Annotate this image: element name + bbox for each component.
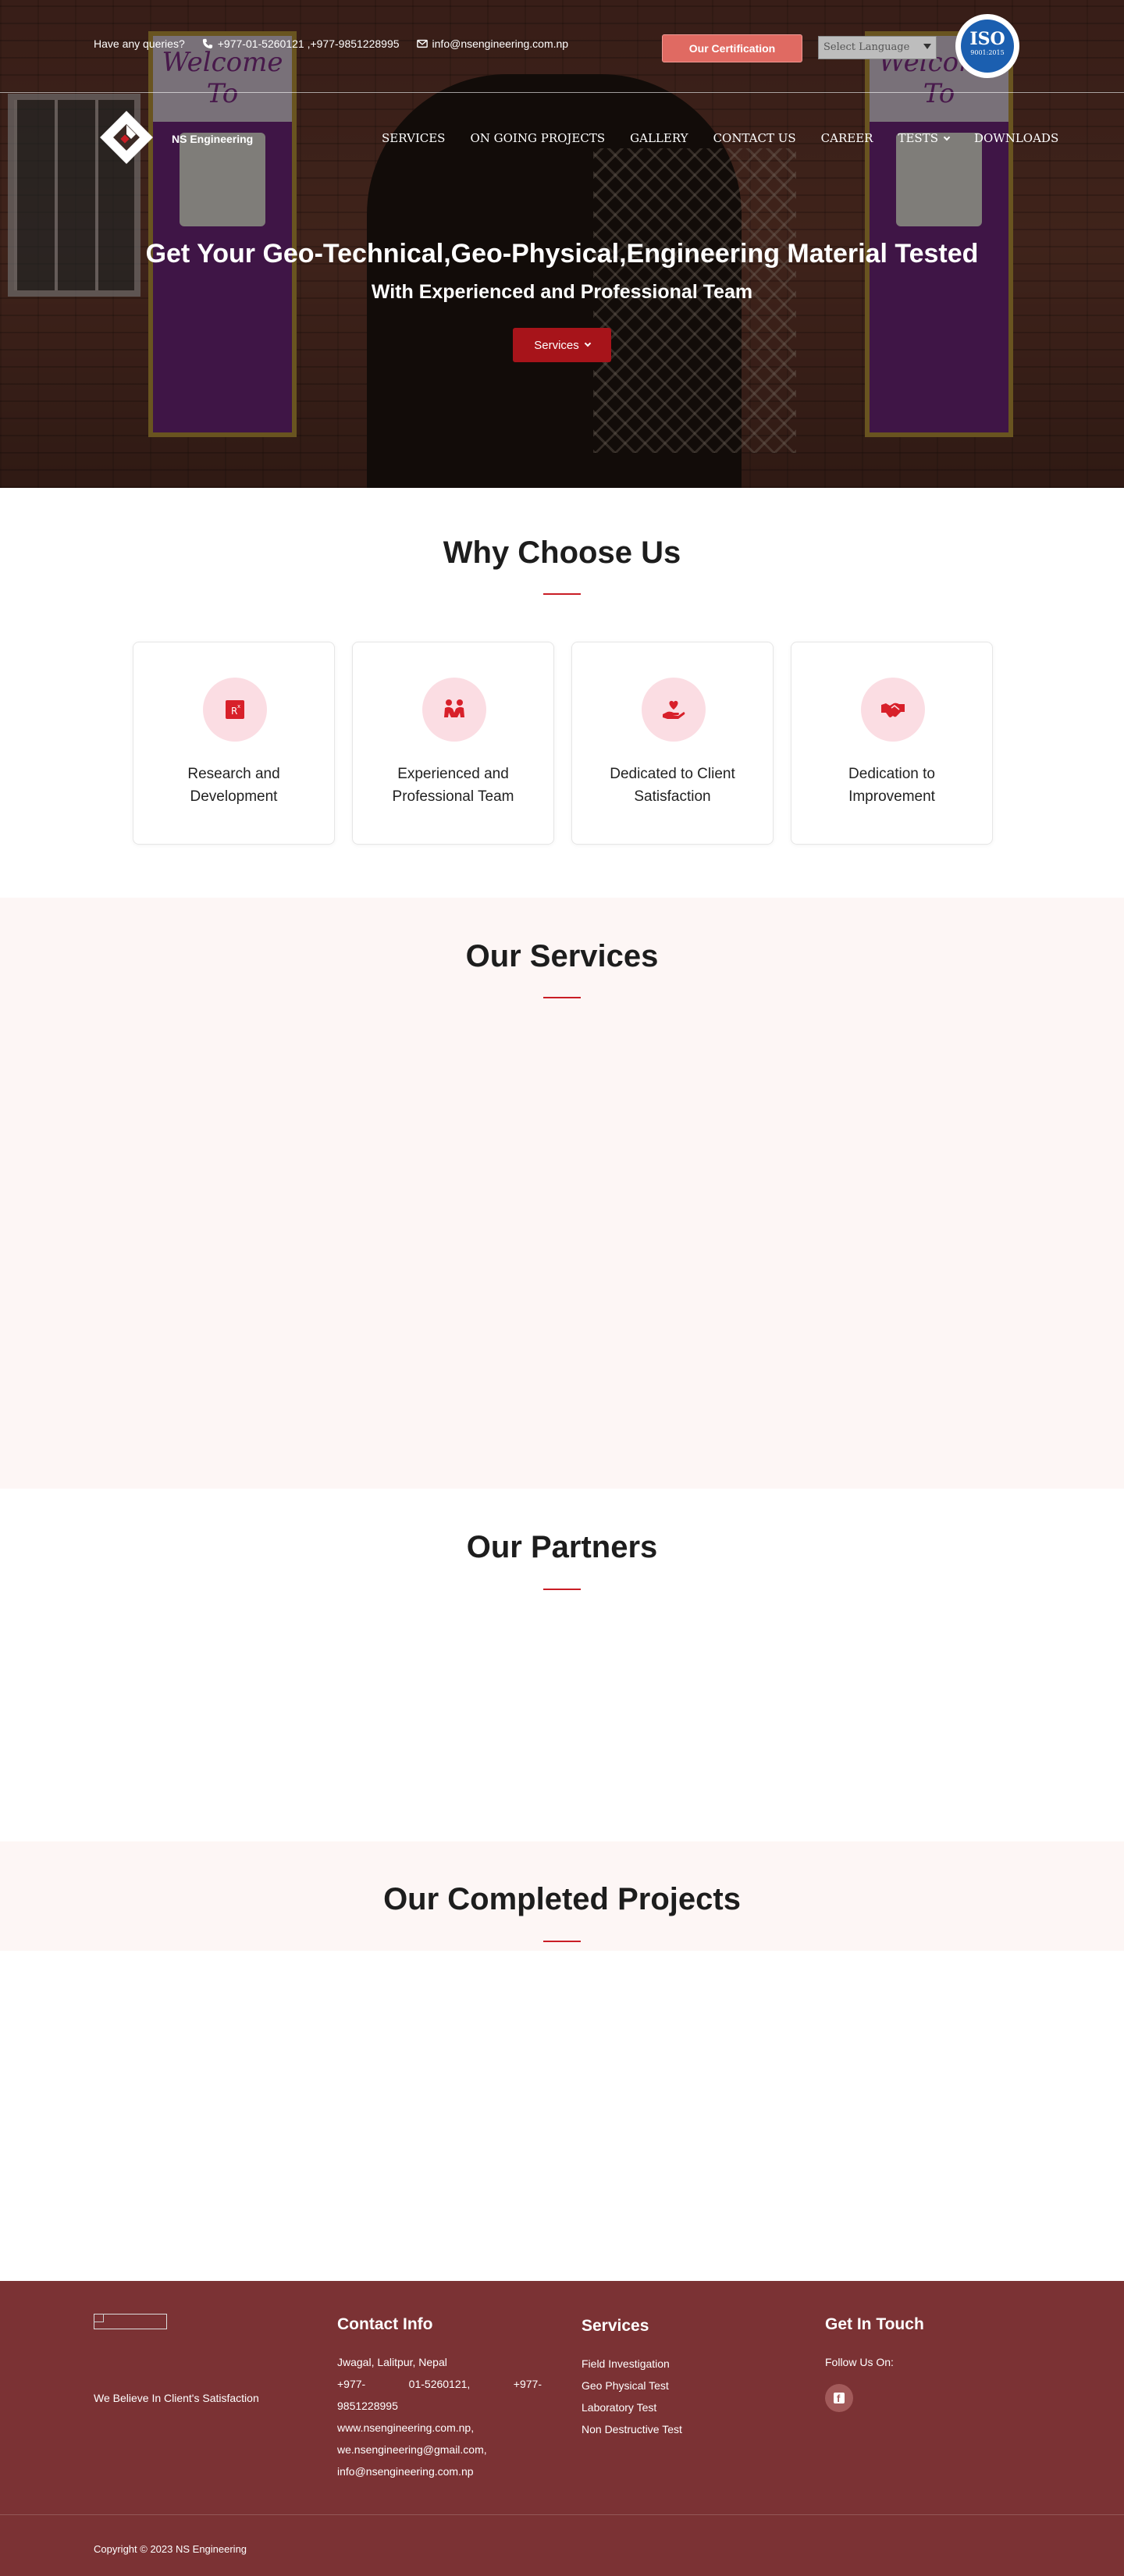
brand-name[interactable]: NS Engineering: [172, 133, 253, 145]
main-nav: SERVICES ON GOING PROJECTS GALLERY CONTA…: [369, 131, 1071, 145]
feature-card: Dedicated to Client Satisfaction: [571, 642, 774, 845]
footer-website-link[interactable]: www.nsengineering.com.np,: [337, 2417, 542, 2439]
footer: We Believe In Client's Satisfaction Cont…: [0, 2281, 1124, 2576]
team-icon: [444, 699, 464, 717]
contact-strip: Have any queries? +977-01-5260121 ,+977-…: [94, 37, 568, 50]
footer-tagline: We Believe In Client's Satisfaction: [94, 2392, 259, 2404]
certification-button[interactable]: Our Certification: [662, 34, 802, 62]
feature-label: Dedicated to Client Satisfaction: [610, 766, 735, 805]
footer-email-link[interactable]: info@nsengineering.com.np: [337, 2460, 542, 2482]
feature-card: Dedication to Improvement: [791, 642, 993, 845]
title-underline: [543, 1941, 581, 1942]
nav-contact-us[interactable]: CONTACT US: [701, 131, 809, 145]
why-choose-us-title: Why Choose Us: [443, 535, 681, 570]
nav-ongoing-projects[interactable]: ON GOING PROJECTS: [457, 131, 617, 145]
phone-icon: [202, 38, 212, 49]
copyright: Copyright © 2023 NS Engineering: [94, 2543, 247, 2555]
phone-link[interactable]: +977-01-5260121 ,+977-9851228995: [202, 37, 400, 50]
email-link[interactable]: info@nsengineering.com.np: [416, 37, 568, 50]
footer-service-link[interactable]: Geo Physical Test: [582, 2375, 682, 2396]
nav-gallery[interactable]: GALLERY: [617, 131, 700, 145]
footer-touch-title: Get In Touch: [825, 2315, 924, 2333]
title-underline: [543, 593, 581, 595]
footer-service-link[interactable]: Laboratory Test: [582, 2396, 682, 2418]
feature-label: Research and Development: [187, 766, 280, 805]
footer-divider: [0, 2514, 1124, 2515]
nav-tests[interactable]: TESTS: [885, 131, 962, 145]
research-icon: R x: [226, 700, 244, 719]
footer-contact-title: Contact Info: [337, 2315, 433, 2333]
footer-service-link[interactable]: Field Investigation: [582, 2353, 682, 2375]
feature-label: Experienced and Professional Team: [392, 766, 514, 805]
queries-label: Have any queries?: [94, 37, 185, 50]
hero-services-button[interactable]: Services: [513, 328, 611, 362]
svg-text:x: x: [237, 703, 240, 710]
why-cards: R x Research and Development Experienced…: [133, 642, 993, 845]
footer-service-link[interactable]: Non Destructive Test: [582, 2418, 682, 2440]
heart-hand-icon: [663, 700, 685, 719]
dropdown-caret-icon: [923, 44, 931, 49]
completed-projects-title: Our Completed Projects: [383, 1882, 741, 1916]
footer-services: Services Field Investigation Geo Physica…: [582, 2317, 682, 2440]
footer-email-link[interactable]: we.nsengineering@gmail.com,: [337, 2439, 542, 2460]
nav-career[interactable]: CAREER: [809, 131, 886, 145]
feature-label: Dedication to Improvement: [848, 766, 935, 805]
services-section: [0, 898, 1124, 1489]
facebook-icon[interactable]: f: [825, 2384, 853, 2412]
header-divider: [0, 92, 1124, 93]
handshake-icon: [881, 703, 905, 717]
feature-card: Experienced and Professional Team: [352, 642, 554, 845]
hero-title: Get Your Geo-Technical,Geo-Physical,Engi…: [145, 239, 979, 269]
footer-logo-image: [94, 2314, 167, 2329]
hero-subtitle: With Experienced and Professional Team: [371, 281, 753, 303]
footer-get-in-touch: Get In Touch Follow Us On: f: [825, 2315, 924, 2412]
footer-phone[interactable]: +977- 01-5260121, +977-: [337, 2373, 542, 2395]
language-select[interactable]: Select Language: [818, 36, 937, 59]
nav-downloads[interactable]: DOWNLOADS: [962, 131, 1071, 145]
top-bar: Have any queries? +977-01-5260121 ,+977-…: [0, 0, 1124, 92]
chevron-down-icon: [943, 133, 951, 141]
follow-label: Follow Us On:: [825, 2356, 894, 2368]
footer-phone-2[interactable]: 9851228995: [337, 2395, 542, 2417]
brand-logo[interactable]: [97, 108, 156, 167]
title-underline: [543, 1589, 581, 1590]
nav-services[interactable]: SERVICES: [369, 131, 457, 145]
chevron-down-icon: [584, 340, 592, 347]
mail-icon: [416, 39, 428, 48]
footer-contact: Contact Info Jwagal, Lalitpur, Nepal +97…: [337, 2315, 542, 2482]
title-underline: [543, 997, 581, 998]
footer-services-title: Services: [582, 2317, 649, 2335]
our-partners-title: Our Partners: [466, 1530, 658, 1564]
our-services-title: Our Services: [465, 939, 659, 973]
address: Jwagal, Lalitpur, Nepal: [337, 2356, 447, 2368]
feature-card: R x Research and Development: [133, 642, 335, 845]
hero-section: Welcome To Welcome To Have any queries? …: [0, 0, 1124, 488]
iso-badge: ISO 9001:2015: [955, 14, 1019, 78]
